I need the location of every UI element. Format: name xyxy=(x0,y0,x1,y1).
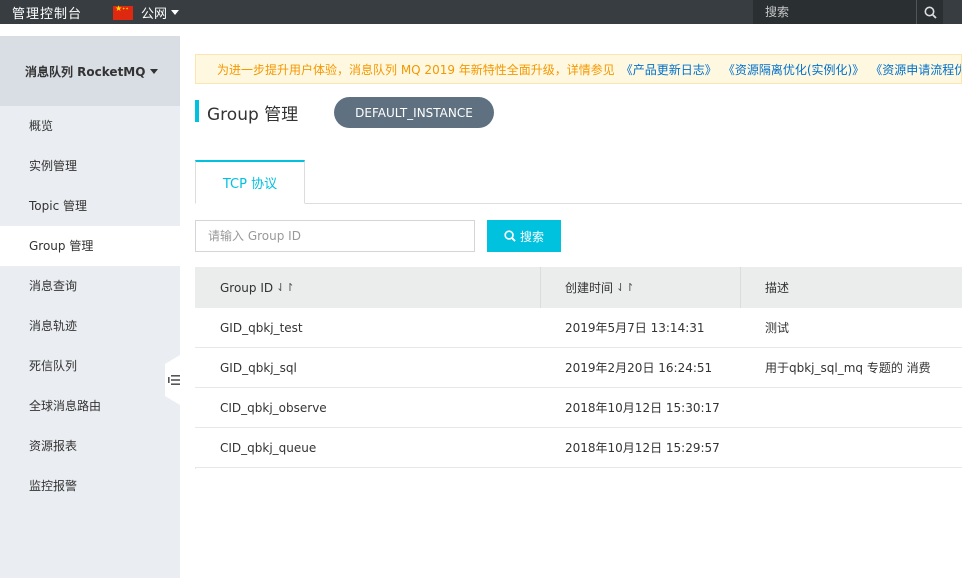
sidebar-item-instances[interactable]: 实例管理 xyxy=(0,146,180,186)
table-row[interactable]: GID_qbkj_sql 2019年2月20日 16:24:51 用于qbkj_… xyxy=(195,348,962,388)
tab-tcp[interactable]: TCP 协议 xyxy=(195,160,305,204)
top-navbar: 管理控制台 公网 xyxy=(0,0,962,24)
sidebar-item-message-query[interactable]: 消息查询 xyxy=(0,266,180,306)
instance-selector[interactable]: DEFAULT_INSTANCE xyxy=(334,97,494,128)
sidebar-item-resource-report[interactable]: 资源报表 xyxy=(0,426,180,466)
cell-description: 用于qbkj_sql_mq 专题的 消费 xyxy=(765,361,931,375)
top-search xyxy=(753,0,943,24)
cell-created: 2018年10月12日 15:30:17 xyxy=(565,401,720,415)
china-flag-icon xyxy=(113,4,133,20)
group-table: Group ID ⇃↾ 创建时间 ⇃↾ 描述 GID_qbkj_test 201… xyxy=(195,267,962,468)
notice-link-changelog[interactable]: 《产品更新日志》 xyxy=(621,61,717,78)
console-title[interactable]: 管理控制台 xyxy=(12,3,82,22)
sidebar-item-message-trace[interactable]: 消息轨迹 xyxy=(0,306,180,346)
group-id-search-input[interactable] xyxy=(195,220,475,252)
notice-link-process[interactable]: 《资源申请流程优 xyxy=(870,61,961,78)
column-header-group-id[interactable]: Group ID ⇃↾ xyxy=(195,267,541,308)
search-icon xyxy=(924,6,937,19)
search-button[interactable]: 搜索 xyxy=(487,220,561,252)
table-row[interactable]: CID_qbkj_queue 2018年10月12日 15:29:57 xyxy=(195,428,962,468)
notice-banner: 为进一步提升用户体验，消息队列 MQ 2019 年新特性全面升级，详情参见 《产… xyxy=(195,54,962,84)
cell-created: 2019年5月7日 13:14:31 xyxy=(565,321,705,335)
chevron-down-icon xyxy=(150,68,159,74)
cell-created: 2019年2月20日 16:24:51 xyxy=(565,361,713,375)
cell-description: 测试 xyxy=(765,321,790,335)
top-search-button[interactable] xyxy=(916,0,943,24)
column-header-description: 描述 xyxy=(741,267,962,308)
column-label: Group ID xyxy=(220,280,274,295)
search-button-label: 搜索 xyxy=(519,229,544,244)
cell-description xyxy=(741,428,962,467)
region-label: 公网 xyxy=(141,7,168,22)
sort-icon[interactable]: ⇃↾ xyxy=(616,281,634,294)
sidebar-item-groups[interactable]: Group 管理 xyxy=(0,226,180,266)
product-title: 消息队列 RocketMQ xyxy=(25,64,146,79)
chevron-down-icon xyxy=(171,10,180,15)
sidebar-item-topics[interactable]: Topic 管理 xyxy=(0,186,180,226)
column-label: 创建时间 xyxy=(565,281,614,295)
sidebar-item-monitoring[interactable]: 监控报警 xyxy=(0,466,180,506)
cell-created: 2018年10月12日 15:29:57 xyxy=(565,441,720,455)
sidebar-item-overview[interactable]: 概览 xyxy=(0,106,180,146)
page-title: Group 管理 xyxy=(207,105,299,125)
sidebar: 消息队列 RocketMQ 概览 实例管理 Topic 管理 Group 管理 … xyxy=(0,36,180,578)
sort-icon[interactable]: ⇃↾ xyxy=(276,281,294,294)
sidebar-item-dead-letter[interactable]: 死信队列 xyxy=(0,346,180,386)
table-header: Group ID ⇃↾ 创建时间 ⇃↾ 描述 xyxy=(195,267,962,308)
product-selector[interactable]: 消息队列 RocketMQ xyxy=(0,36,180,106)
table-row[interactable]: CID_qbkj_observe 2018年10月12日 15:30:17 xyxy=(195,388,962,428)
sidebar-item-global-routing[interactable]: 全球消息路由 xyxy=(0,386,180,426)
column-label: 描述 xyxy=(765,281,790,295)
notice-link-isolation[interactable]: 《资源隔离优化(实例化)》 xyxy=(723,61,864,78)
tab-divider xyxy=(195,203,962,204)
notice-text: 为进一步提升用户体验，消息队列 MQ 2019 年新特性全面升级，详情参见 xyxy=(217,62,615,77)
cell-group-id: CID_qbkj_observe xyxy=(220,400,327,415)
top-search-input[interactable] xyxy=(753,0,916,24)
cell-group-id: GID_qbkj_test xyxy=(220,320,303,335)
menu-collapse-icon xyxy=(168,375,180,385)
search-icon xyxy=(504,230,516,242)
table-row[interactable]: GID_qbkj_test 2019年5月7日 13:14:31 测试 xyxy=(195,308,962,348)
cell-group-id: CID_qbkj_queue xyxy=(220,440,317,455)
region-selector[interactable]: 公网 xyxy=(113,3,180,22)
column-header-created[interactable]: 创建时间 ⇃↾ xyxy=(541,267,741,308)
title-accent-bar xyxy=(195,100,199,122)
cell-group-id: GID_qbkj_sql xyxy=(220,360,297,375)
cell-description xyxy=(741,388,962,427)
